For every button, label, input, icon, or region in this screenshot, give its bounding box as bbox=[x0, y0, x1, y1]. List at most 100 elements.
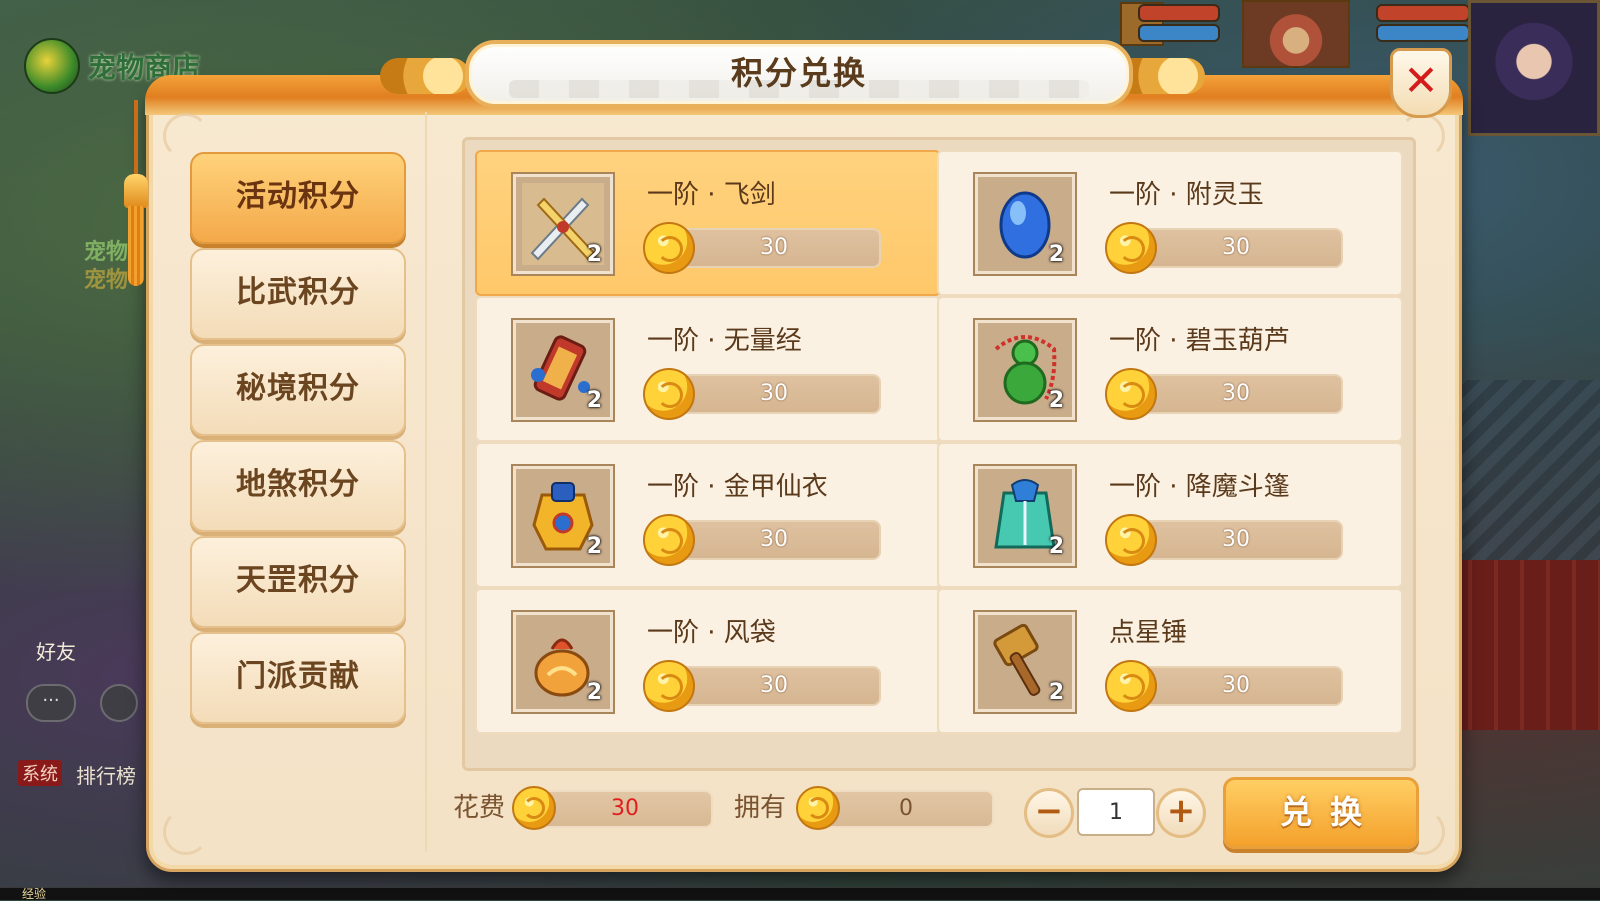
coin-icon bbox=[643, 368, 695, 420]
item-name: 一阶 · 无量经 bbox=[647, 326, 802, 356]
tab-label: 门派贡献 bbox=[236, 659, 360, 694]
tab-duel-points[interactable]: 比武积分 bbox=[190, 248, 406, 340]
item-name: 一阶 · 风袋 bbox=[647, 618, 776, 648]
side-label-2: 宠物 bbox=[84, 268, 129, 293]
item-icon-frame: 2 bbox=[975, 466, 1075, 566]
item-quantity: 2 bbox=[1048, 534, 1064, 559]
item-star-hammer[interactable]: 2 点星锤 30 bbox=[937, 588, 1403, 734]
item-icon-frame: 2 bbox=[975, 174, 1075, 274]
coin-icon bbox=[643, 514, 695, 566]
increase-quantity-button[interactable]: + bbox=[1156, 788, 1206, 838]
quantity-input[interactable] bbox=[1077, 788, 1155, 836]
player-portrait[interactable] bbox=[1468, 0, 1600, 136]
item-jade-gourd[interactable]: 2 一阶 · 碧玉葫芦 30 bbox=[937, 296, 1403, 442]
item-quantity: 2 bbox=[1048, 388, 1064, 413]
coin-icon bbox=[796, 786, 840, 830]
item-price: 30 bbox=[760, 673, 788, 698]
item-price-bar: 30 bbox=[1129, 520, 1343, 560]
item-price: 30 bbox=[760, 381, 788, 406]
cloud-ornament-left bbox=[380, 58, 470, 94]
pet-store-icon[interactable] bbox=[24, 38, 80, 94]
title-plate: 积分兑换 bbox=[465, 40, 1133, 108]
item-name: 一阶 · 金甲仙衣 bbox=[647, 472, 828, 502]
item-price: 30 bbox=[760, 527, 788, 552]
item-price: 30 bbox=[1222, 235, 1250, 260]
close-button[interactable]: ✕ bbox=[1390, 48, 1452, 118]
item-golden-armor[interactable]: 2 一阶 · 金甲仙衣 30 bbox=[475, 442, 941, 588]
tab-sect-contribution[interactable]: 门派贡献 bbox=[190, 632, 406, 724]
item-name: 一阶 · 降魔斗篷 bbox=[1109, 472, 1290, 502]
owned-value: 0 bbox=[899, 796, 913, 821]
cost-label: 花费 bbox=[453, 793, 506, 823]
category-tabs: 活动积分 比武积分 秘境积分 地煞积分 天罡积分 门派贡献 bbox=[160, 112, 427, 852]
item-price-bar: 30 bbox=[1129, 374, 1343, 414]
chat-icon[interactable]: ··· bbox=[26, 684, 76, 722]
item-icon-frame: 2 bbox=[975, 320, 1075, 420]
item-price-bar: 30 bbox=[667, 228, 881, 268]
tab-heavenly-points[interactable]: 天罡积分 bbox=[190, 536, 406, 628]
decrease-quantity-button[interactable]: − bbox=[1024, 788, 1074, 838]
cost-value: 30 bbox=[611, 796, 639, 821]
item-quantity: 2 bbox=[586, 680, 602, 705]
coin-icon bbox=[1105, 368, 1157, 420]
tab-label: 活动积分 bbox=[236, 179, 360, 214]
exchange-button-label: 兑换 bbox=[1279, 793, 1380, 831]
tab-secret-realm-points[interactable]: 秘境积分 bbox=[190, 344, 406, 436]
tab-label: 地煞积分 bbox=[236, 467, 360, 502]
item-name: 一阶 · 碧玉葫芦 bbox=[1109, 326, 1290, 356]
exchange-button[interactable]: 兑换 bbox=[1223, 777, 1419, 849]
pet-portrait[interactable] bbox=[1242, 0, 1350, 68]
experience-bar: 经验 bbox=[0, 887, 1600, 900]
item-price: 30 bbox=[1222, 381, 1250, 406]
item-price: 30 bbox=[1222, 673, 1250, 698]
tab-label: 天罡积分 bbox=[236, 563, 360, 598]
item-icon-frame: 2 bbox=[513, 320, 613, 420]
coin-icon bbox=[643, 222, 695, 274]
tassel-ornament bbox=[124, 100, 148, 290]
coin-icon bbox=[1105, 660, 1157, 712]
item-price-bar: 30 bbox=[667, 374, 881, 414]
item-price-bar: 30 bbox=[1129, 228, 1343, 268]
item-wind-bag[interactable]: 2 一阶 · 风袋 30 bbox=[475, 588, 941, 734]
system-tag: 系统 bbox=[18, 760, 62, 786]
player-mp-bar bbox=[1376, 24, 1470, 42]
item-spirit-jade[interactable]: 2 一阶 · 附灵玉 30 bbox=[937, 150, 1403, 296]
tab-label: 秘境积分 bbox=[236, 371, 360, 406]
coin-icon bbox=[643, 660, 695, 712]
item-scripture[interactable]: 2 一阶 · 无量经 30 bbox=[475, 296, 941, 442]
coin-icon bbox=[512, 786, 556, 830]
item-price-bar: 30 bbox=[667, 666, 881, 706]
panel-title: 积分兑换 bbox=[730, 54, 867, 92]
item-price: 30 bbox=[1222, 527, 1250, 552]
item-flying-sword[interactable]: 2 一阶 · 飞剑 30 bbox=[475, 150, 941, 296]
microphone-icon[interactable] bbox=[100, 684, 138, 722]
item-quantity: 2 bbox=[586, 388, 602, 413]
item-price-bar: 30 bbox=[1129, 666, 1343, 706]
item-quantity: 2 bbox=[1048, 680, 1064, 705]
experience-label: 经验 bbox=[22, 887, 47, 901]
item-price-bar: 30 bbox=[667, 520, 881, 560]
tab-activity-points[interactable]: 活动积分 bbox=[190, 152, 406, 244]
item-icon-frame: 2 bbox=[513, 612, 613, 712]
coin-icon bbox=[1105, 222, 1157, 274]
item-quantity: 2 bbox=[1048, 242, 1064, 267]
tab-earth-fiend-points[interactable]: 地煞积分 bbox=[190, 440, 406, 532]
cost-value-bar: 30 bbox=[537, 790, 713, 828]
item-demon-cloak[interactable]: 2 一阶 · 降魔斗篷 30 bbox=[937, 442, 1403, 588]
owned-value-bar: 0 bbox=[818, 790, 994, 828]
item-name: 一阶 · 飞剑 bbox=[647, 180, 776, 210]
hud-mp-bar bbox=[1138, 24, 1220, 42]
player-hp-bar bbox=[1376, 4, 1470, 22]
owned-label: 拥有 bbox=[734, 793, 787, 823]
item-name: 一阶 · 附灵玉 bbox=[1109, 180, 1264, 210]
item-quantity: 2 bbox=[586, 534, 602, 559]
item-name: 点星锤 bbox=[1109, 618, 1188, 648]
tab-label: 比武积分 bbox=[236, 275, 360, 310]
rank-label[interactable]: 排行榜 bbox=[76, 760, 136, 789]
item-price: 30 bbox=[760, 235, 788, 260]
item-icon-frame: 2 bbox=[513, 174, 613, 274]
item-icon-frame: 2 bbox=[975, 612, 1075, 712]
item-grid: 2 一阶 · 飞剑 30 2 一阶 · 附灵玉 30 2 一阶 · 无量经 30… bbox=[462, 137, 1416, 771]
coin-icon bbox=[1105, 514, 1157, 566]
friends-label[interactable]: 好友 bbox=[36, 636, 76, 665]
